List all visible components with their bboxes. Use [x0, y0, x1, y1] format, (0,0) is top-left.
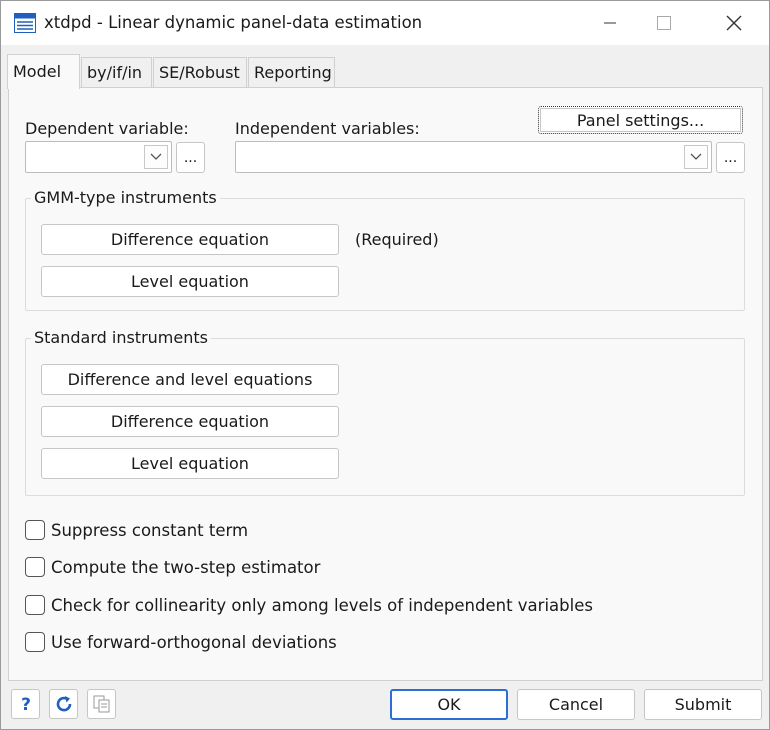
independent-variables-label: Independent variables: [235, 119, 420, 138]
tab-model[interactable]: Model [7, 54, 80, 89]
dependent-variable-label: Dependent variable: [25, 119, 189, 138]
chevron-down-icon[interactable] [144, 145, 168, 169]
suppress-constant-label: Suppress constant term [51, 520, 249, 540]
standard-instruments-title: Standard instruments [31, 328, 211, 347]
suppress-constant-checkbox[interactable] [25, 520, 45, 540]
panel-settings-button[interactable]: Panel settings... [538, 106, 743, 134]
title-bar: xtdpd - Linear dynamic panel-data estima… [1, 1, 769, 45]
independent-variables-combo[interactable] [235, 141, 712, 173]
independent-variables-browse-button[interactable]: ... [716, 142, 745, 173]
cancel-button[interactable]: Cancel [517, 689, 635, 720]
maximize-button[interactable] [641, 1, 687, 45]
minimize-icon [604, 22, 616, 24]
tab-se-robust[interactable]: SE/Robust [153, 57, 247, 88]
window-title: xtdpd - Linear dynamic panel-data estima… [44, 13, 423, 32]
tab-by-if-in[interactable]: by/if/in [81, 57, 152, 88]
reset-icon [56, 696, 71, 712]
reset-button[interactable] [49, 689, 78, 719]
close-button[interactable] [711, 1, 757, 45]
maximize-icon [657, 16, 671, 30]
forward-orthogonal-checkbox[interactable] [25, 632, 45, 652]
std-difference-equation-button[interactable]: Difference equation [41, 406, 339, 437]
collinearity-label: Check for collinearity only among levels… [51, 595, 593, 615]
submit-button[interactable]: Submit [644, 689, 762, 720]
std-level-equation-button[interactable]: Level equation [41, 448, 339, 479]
svg-text:?: ? [21, 695, 31, 713]
forward-orthogonal-label: Use forward-orthogonal deviations [51, 632, 337, 652]
two-step-label: Compute the two-step estimator [51, 557, 321, 577]
minimize-button[interactable] [587, 1, 633, 45]
gmm-level-equation-button[interactable]: Level equation [41, 266, 339, 297]
tab-reporting[interactable]: Reporting [248, 57, 335, 88]
model-panel: Panel settings... Dependent variable: ..… [8, 87, 763, 681]
copy-command-button[interactable] [87, 689, 116, 719]
std-difference-and-level-button[interactable]: Difference and level equations [41, 364, 339, 395]
close-icon [726, 15, 742, 31]
gmm-instruments-title: GMM-type instruments [31, 188, 220, 207]
two-step-option[interactable]: Compute the two-step estimator [25, 555, 320, 579]
app-icon [14, 13, 36, 37]
suppress-constant-option[interactable]: Suppress constant term [25, 518, 248, 542]
collinearity-option[interactable]: Check for collinearity only among levels… [25, 593, 593, 617]
required-note: (Required) [355, 230, 439, 249]
help-button[interactable]: ? [11, 689, 40, 719]
dependent-variable-combo[interactable] [25, 141, 172, 173]
chevron-down-icon[interactable] [684, 145, 708, 169]
dependent-variable-browse-button[interactable]: ... [176, 142, 205, 173]
two-step-checkbox[interactable] [25, 557, 45, 577]
dialog-window: xtdpd - Linear dynamic panel-data estima… [0, 0, 770, 730]
forward-orthogonal-option[interactable]: Use forward-orthogonal deviations [25, 630, 337, 654]
collinearity-checkbox[interactable] [25, 595, 45, 615]
gmm-difference-equation-button[interactable]: Difference equation [41, 224, 339, 255]
ok-button[interactable]: OK [390, 689, 508, 720]
help-icon: ? [21, 695, 31, 713]
copy-icon [93, 695, 109, 713]
